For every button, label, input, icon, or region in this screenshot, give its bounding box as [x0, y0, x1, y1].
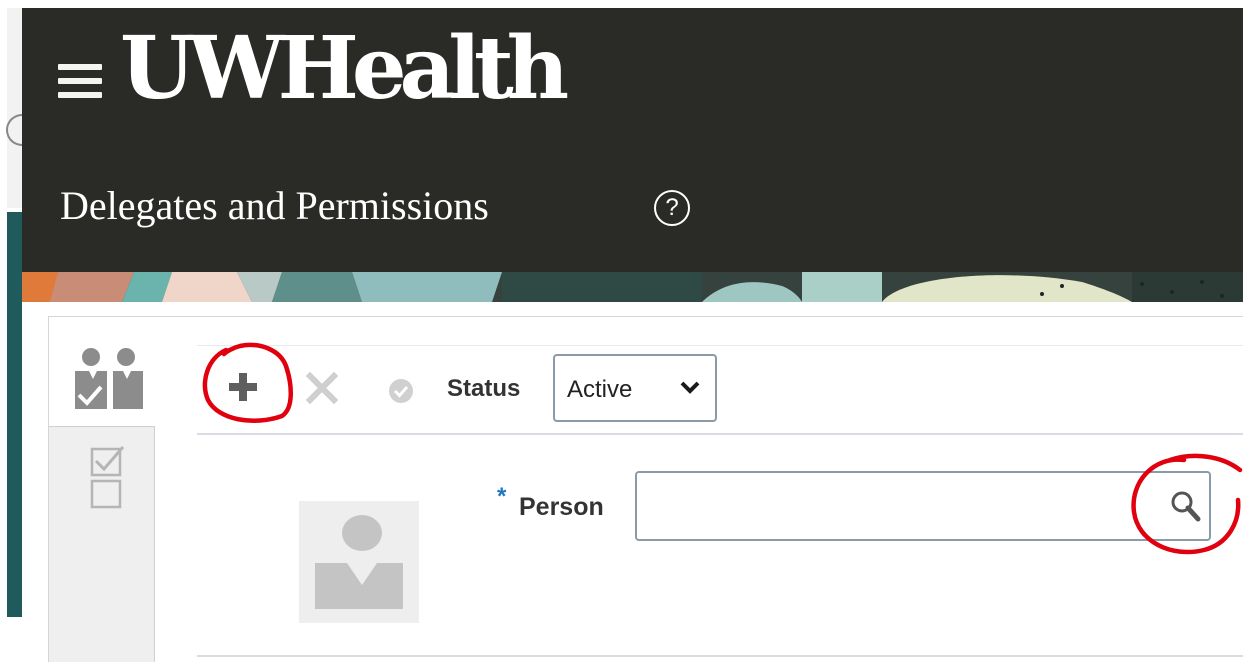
- add-button[interactable]: [225, 369, 261, 405]
- person-search-button[interactable]: [1167, 487, 1205, 527]
- chevron-down-icon: [680, 381, 700, 394]
- hamburger-bar: [58, 92, 102, 98]
- hamburger-bar: [58, 78, 102, 84]
- checklist-icon: [90, 446, 125, 509]
- delete-button[interactable]: [305, 371, 339, 405]
- delegates-people-icon: [75, 348, 143, 409]
- check-circle-icon: [389, 379, 413, 403]
- person-input[interactable]: [635, 471, 1211, 541]
- tab-permissions[interactable]: [49, 427, 155, 527]
- toolbar-divider: [197, 433, 1243, 435]
- form-bottom-divider: [197, 655, 1243, 657]
- left-edge-strip: [0, 0, 22, 662]
- hamburger-bar: [58, 64, 102, 70]
- delegates-panel: Status Active * Person: [48, 316, 1243, 662]
- status-label: Status: [447, 375, 521, 402]
- decorative-banner: [22, 272, 1243, 302]
- page-title: Delegates and Permissions: [60, 183, 489, 228]
- person-label: Person: [519, 493, 604, 521]
- person-avatar-placeholder: [299, 501, 419, 623]
- help-icon[interactable]: ?: [654, 190, 690, 226]
- status-value: Active: [567, 376, 633, 403]
- hamburger-menu-icon[interactable]: [58, 64, 102, 98]
- x-icon: [305, 371, 339, 405]
- side-rail: [49, 317, 155, 662]
- plus-icon: [229, 373, 257, 401]
- edge-gray-panel: [7, 8, 22, 208]
- banner-art: [22, 272, 1243, 302]
- person-silhouette-icon: [315, 515, 403, 609]
- status-select[interactable]: Active: [553, 354, 717, 422]
- search-icon: [1171, 491, 1201, 522]
- tab-delegates[interactable]: [49, 317, 155, 427]
- edge-teal-panel: [7, 212, 22, 617]
- app-header: UWHealth Delegates and Permissions ?: [22, 8, 1243, 272]
- brand-logo[interactable]: UWHealth: [120, 26, 569, 112]
- required-marker: *: [497, 483, 507, 510]
- toolbar-top-divider: [197, 345, 1243, 346]
- approve-button[interactable]: [387, 377, 415, 405]
